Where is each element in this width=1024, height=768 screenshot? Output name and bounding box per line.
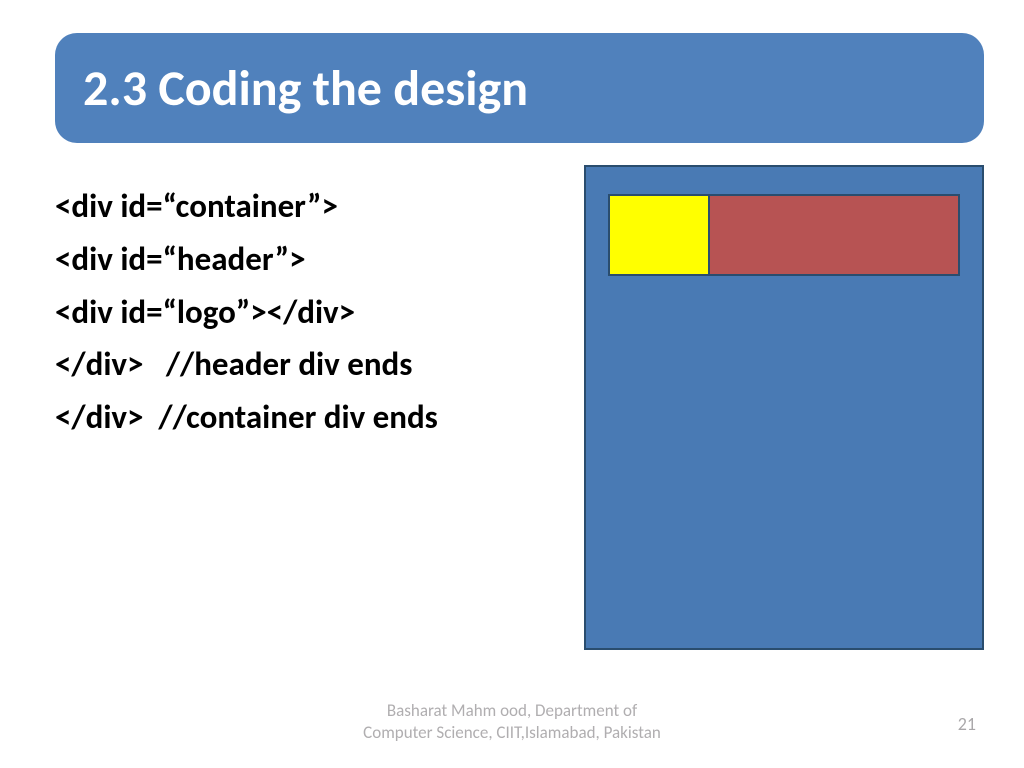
footer-line-1: Basharat Mahm ood, Department of [0, 700, 1024, 722]
code-line-4: </div> //header div ends [55, 338, 545, 391]
code-line-5: </div> //container div ends [55, 391, 545, 444]
layout-diagram-header-content [710, 196, 958, 274]
code-line-3: <div id=“logo”></div> [55, 286, 545, 339]
footer-line-2: Computer Science, CIIT,Islamabad, Pakist… [0, 722, 1024, 744]
code-line-2: <div id=“header”> [55, 233, 545, 286]
page-number: 21 [958, 713, 976, 735]
layout-diagram-header [608, 194, 960, 276]
slide-title-bar: 2.3 Coding the design [55, 33, 984, 143]
code-block: <div id=“container”> <div id=“header”> <… [55, 180, 545, 444]
layout-diagram-container [584, 165, 984, 650]
code-line-1: <div id=“container”> [55, 180, 545, 233]
slide-title: 2.3 Coding the design [83, 58, 528, 119]
footer-credit: Basharat Mahm ood, Department of Compute… [0, 700, 1024, 744]
layout-diagram-logo [610, 196, 710, 274]
